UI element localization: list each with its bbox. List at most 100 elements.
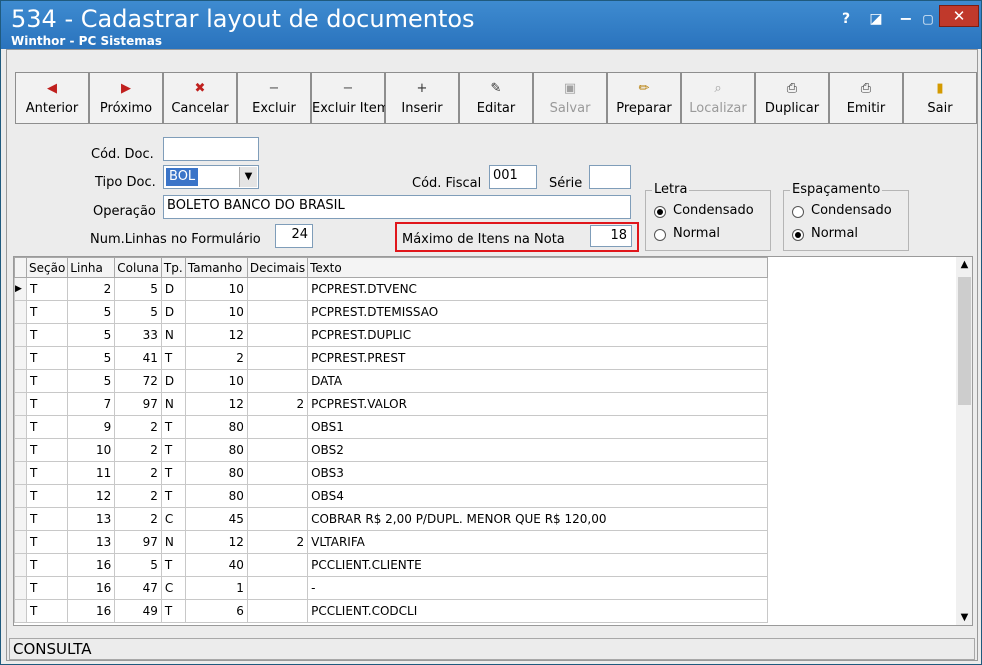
- table-cell[interactable]: VLTARIFA: [307, 530, 769, 554]
- table-cell[interactable]: 97: [114, 530, 162, 554]
- table-cell[interactable]: 5: [114, 300, 162, 324]
- table-cell[interactable]: 16: [67, 599, 116, 623]
- column-header[interactable]: Texto: [307, 257, 769, 278]
- table-cell[interactable]: T: [25, 346, 69, 370]
- scroll-up-icon[interactable]: ▲: [956, 259, 972, 270]
- table-row[interactable]: T 11 2 T 80 OBS3: [14, 461, 769, 485]
- anterior-button[interactable]: ◀ Anterior: [15, 72, 89, 124]
- table-cell[interactable]: 12: [184, 323, 248, 347]
- serie-input[interactable]: [589, 165, 631, 189]
- table-cell[interactable]: D: [160, 369, 186, 393]
- table-cell[interactable]: PCPREST.VALOR: [307, 392, 769, 416]
- table-cell[interactable]: PCCLIENT.CLIENTE: [307, 553, 769, 577]
- table-cell[interactable]: D: [160, 277, 186, 301]
- help-button[interactable]: ?: [835, 9, 857, 29]
- table-cell[interactable]: C: [160, 576, 186, 600]
- scroll-down-icon[interactable]: ▼: [956, 612, 972, 623]
- table-cell[interactable]: T: [25, 507, 69, 531]
- table-cell[interactable]: 12: [184, 530, 248, 554]
- table-cell[interactable]: 5: [114, 277, 162, 301]
- table-cell[interactable]: 12: [67, 484, 116, 508]
- maximize-icon[interactable]: ▢: [917, 9, 939, 29]
- cod-fiscal-input[interactable]: 001: [489, 165, 537, 189]
- table-cell[interactable]: 2: [114, 415, 162, 439]
- table-row[interactable]: T 12 2 T 80 OBS4: [14, 484, 769, 508]
- table-cell[interactable]: [246, 461, 309, 485]
- table-cell[interactable]: T: [160, 599, 186, 623]
- table-cell[interactable]: 10: [184, 369, 248, 393]
- table-cell[interactable]: [246, 300, 309, 324]
- table-cell[interactable]: OBS4: [307, 484, 769, 508]
- espacamento-radio-0[interactable]: [792, 206, 804, 218]
- salvar-button[interactable]: ▣ Salvar: [533, 72, 607, 124]
- table-row[interactable]: T 10 2 T 80 OBS2: [14, 438, 769, 462]
- table-row[interactable]: T 5 41 T 2 PCPREST.PREST: [14, 346, 769, 370]
- table-cell[interactable]: 2: [114, 484, 162, 508]
- table-row[interactable]: ▶ T 2 5 D 10 PCPREST.DTVENC: [14, 277, 769, 301]
- close-button[interactable]: ✕: [939, 5, 979, 27]
- title-bar[interactable]: 534 - Cadastrar layout de documentos Win…: [1, 1, 981, 49]
- table-cell[interactable]: T: [160, 461, 186, 485]
- table-cell[interactable]: [246, 507, 309, 531]
- table-cell[interactable]: [246, 553, 309, 577]
- column-header[interactable]: Tamanho: [184, 257, 248, 278]
- duplicar-button[interactable]: ⎙ Duplicar: [755, 72, 829, 124]
- table-cell[interactable]: 2: [114, 461, 162, 485]
- table-row[interactable]: T 5 5 D 10 PCPREST.DTEMISSAO: [14, 300, 769, 324]
- table-cell[interactable]: 5: [114, 553, 162, 577]
- table-cell[interactable]: T: [160, 553, 186, 577]
- table-cell[interactable]: 33: [114, 323, 162, 347]
- table-cell[interactable]: 5: [67, 300, 116, 324]
- table-cell[interactable]: OBS3: [307, 461, 769, 485]
- scroll-thumb[interactable]: [958, 277, 971, 405]
- max-itens-input[interactable]: 18: [590, 225, 632, 247]
- table-cell[interactable]: [246, 484, 309, 508]
- table-cell[interactable]: 5: [67, 346, 116, 370]
- table-cell[interactable]: [246, 576, 309, 600]
- excluir-button[interactable]: − Excluir: [237, 72, 311, 124]
- table-row[interactable]: T 5 33 N 12 PCPREST.DUPLIC: [14, 323, 769, 347]
- preparar-button[interactable]: ✏ Preparar: [607, 72, 681, 124]
- table-cell[interactable]: 49: [114, 599, 162, 623]
- table-cell[interactable]: PCPREST.DTVENC: [307, 277, 769, 301]
- table-row[interactable]: T 16 49 T 6 PCCLIENT.CODCLI: [14, 599, 769, 623]
- layout-grid[interactable]: Seção Linha Coluna Tp. Tamanho Decimais Texto …: [13, 256, 973, 626]
- table-cell[interactable]: 80: [184, 484, 248, 508]
- table-cell[interactable]: [246, 369, 309, 393]
- table-cell[interactable]: 16: [67, 576, 116, 600]
- table-cell[interactable]: T: [25, 369, 69, 393]
- excluir-item-button[interactable]: − Excluir Item: [311, 72, 389, 124]
- table-cell[interactable]: [246, 415, 309, 439]
- table-cell[interactable]: [246, 277, 309, 301]
- table-cell[interactable]: 2: [114, 438, 162, 462]
- column-header[interactable]: Seção: [25, 257, 69, 278]
- table-cell[interactable]: 6: [184, 599, 248, 623]
- table-cell[interactable]: 47: [114, 576, 162, 600]
- table-cell[interactable]: T: [160, 415, 186, 439]
- table-cell[interactable]: 10: [184, 300, 248, 324]
- table-row[interactable]: T 16 5 T 40 PCCLIENT.CLIENTE: [14, 553, 769, 577]
- table-cell[interactable]: 2: [246, 530, 309, 554]
- table-cell[interactable]: COBRAR R$ 2,00 P/DUPL. MENOR QUE R$ 120,…: [307, 507, 769, 531]
- table-cell[interactable]: 40: [184, 553, 248, 577]
- num-linhas-input[interactable]: 24: [275, 224, 313, 248]
- table-cell[interactable]: T: [25, 461, 69, 485]
- table-row[interactable]: T 16 47 C 1 -: [14, 576, 769, 600]
- column-header[interactable]: Decimais: [246, 257, 309, 278]
- table-cell[interactable]: [246, 438, 309, 462]
- table-cell[interactable]: 16: [67, 553, 116, 577]
- table-cell[interactable]: 97: [114, 392, 162, 416]
- table-cell[interactable]: 1: [184, 576, 248, 600]
- column-header[interactable]: Linha: [67, 257, 116, 278]
- editar-button[interactable]: ✎ Editar: [459, 72, 533, 124]
- table-cell[interactable]: T: [160, 346, 186, 370]
- table-cell[interactable]: OBS1: [307, 415, 769, 439]
- operacao-input[interactable]: BOLETO BANCO DO BRASIL: [163, 195, 631, 219]
- table-cell[interactable]: [246, 346, 309, 370]
- proximo-button[interactable]: ▶ Próximo: [89, 72, 163, 124]
- table-cell[interactable]: 80: [184, 415, 248, 439]
- table-cell[interactable]: 80: [184, 461, 248, 485]
- resize-icon[interactable]: ◪: [865, 9, 887, 29]
- vertical-scrollbar[interactable]: ▲ ▼: [956, 257, 972, 625]
- table-cell[interactable]: T: [25, 553, 69, 577]
